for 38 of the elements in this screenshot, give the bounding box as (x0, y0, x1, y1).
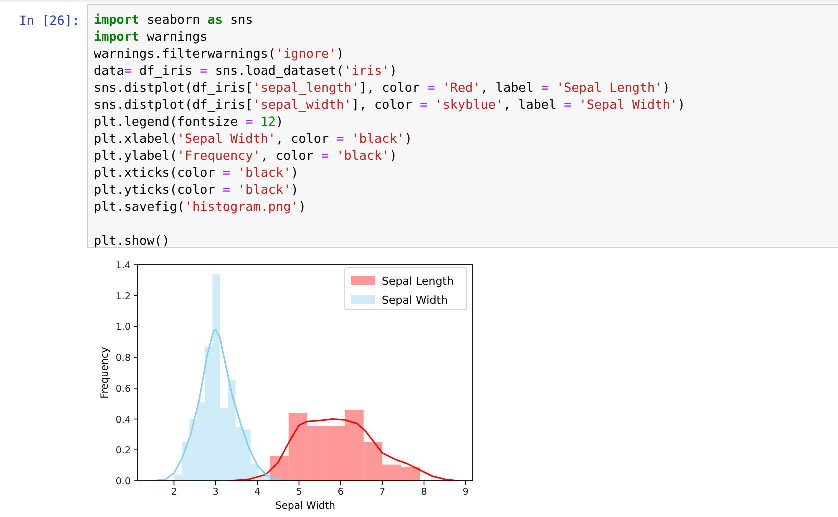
code-line: plt.xticks(color = 'black') (94, 164, 300, 181)
x-tick-label: 5 (296, 487, 302, 498)
legend-label: Sepal Width (382, 294, 448, 307)
y-tick-label: 1.2 (116, 291, 131, 302)
code-line: plt.xlabel('Sepal Width', color = 'black') (94, 130, 414, 147)
x-tick-label: 2 (171, 487, 178, 498)
y-tick-label: 0.4 (116, 414, 131, 426)
y-tick-label: 0.6 (116, 384, 131, 395)
code-line: import seaborn as sns (94, 11, 254, 28)
y-tick-label: 0.8 (116, 353, 131, 364)
code-line: warnings.filterwarnings('ignore') (94, 45, 346, 62)
x-axis-label: Sepal Width (276, 501, 336, 512)
histogram-bar (401, 467, 420, 481)
code-line: sns.distplot(df_iris['sepal_length'], color = 'Red', label = 'Sepal Length') (94, 79, 672, 96)
code-line: plt.savefig('histogram.png') (94, 198, 308, 215)
x-tick-label: 4 (254, 487, 261, 498)
x-tick-label: 6 (338, 487, 344, 498)
y-tick-label: 0.2 (116, 446, 131, 457)
code-line: plt.yticks(color = 'black') (94, 181, 300, 198)
x-tick-label: 7 (380, 487, 386, 498)
x-tick-label: 8 (421, 487, 428, 498)
x-tick-label: 9 (462, 487, 469, 498)
y-tick-label: 0.0 (116, 476, 131, 488)
x-tick-label: 3 (212, 487, 219, 498)
code-editor[interactable] (87, 4, 838, 248)
y-axis-label: Frequency (100, 347, 111, 399)
y-tick-label: 1.4 (116, 260, 131, 272)
cell-prompt: In [26]: (18, 12, 81, 30)
code-line: data= df_iris = sns.load_dataset('iris') (94, 62, 398, 79)
code-line: sns.distplot(df_iris['sepal_width'], color = 'skyblue', label = 'Sepal Width') (94, 96, 686, 113)
histogram-bar (326, 426, 346, 481)
legend-label: Sepal Length (382, 275, 454, 288)
histogram-bar (308, 426, 326, 481)
code-line: plt.legend(fontsize = 12) (94, 113, 285, 130)
code-line: plt.ylabel('Frequency', color = 'black') (94, 147, 398, 164)
code-line: import warnings (94, 28, 209, 45)
code-line: plt.show() (94, 232, 171, 249)
y-tick-label: 1.0 (116, 322, 131, 334)
